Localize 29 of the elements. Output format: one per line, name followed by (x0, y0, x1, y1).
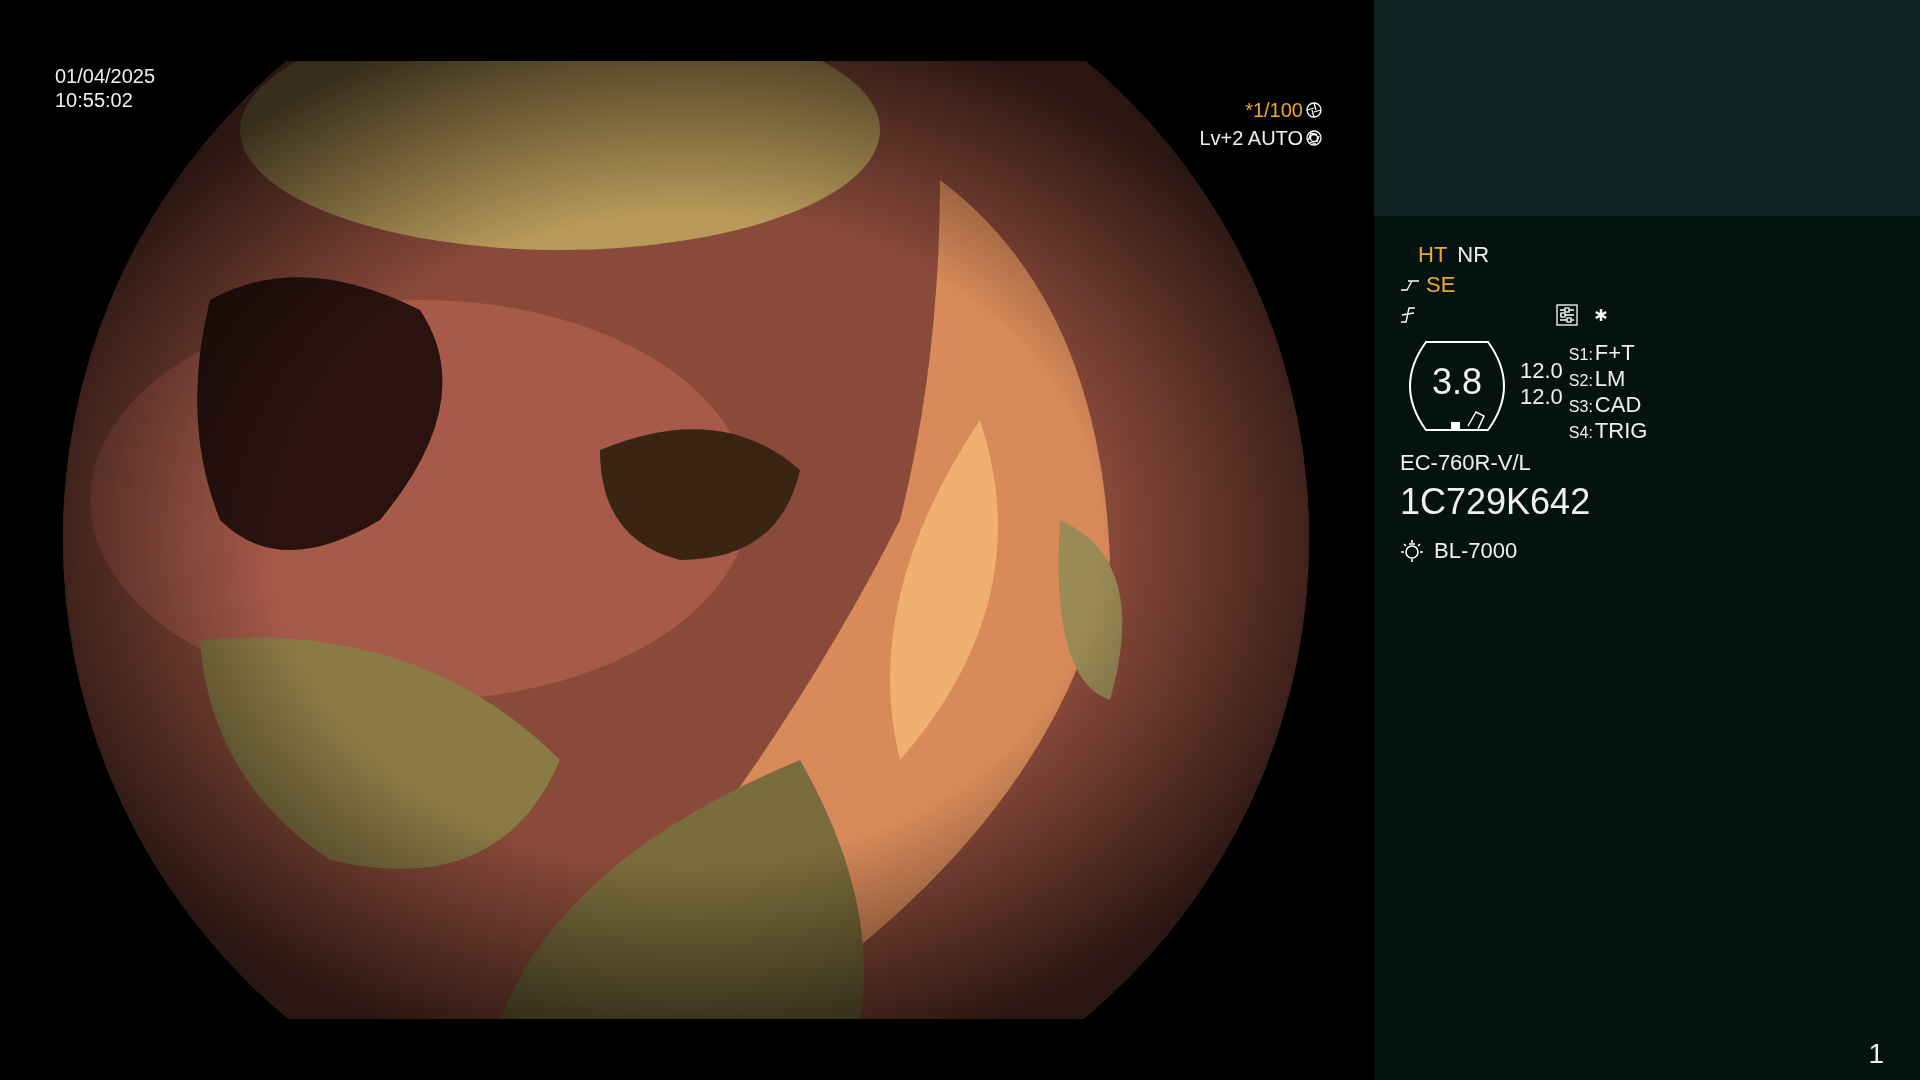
light-source: BL-7000 (1434, 538, 1518, 564)
aperture-icon (1306, 130, 1322, 146)
date-text: 01/04/2025 (55, 64, 156, 88)
zoom-reading: 12.0 (1520, 358, 1563, 384)
mode-label: HT (1418, 242, 1448, 268)
lamp-icon (1400, 539, 1424, 563)
scope-serial: 1C729K642 (1400, 480, 1591, 524)
switch-value: F+T (1594, 340, 1635, 366)
switch-key: S4: (1568, 424, 1593, 442)
shutter-speed-text: *1/100 (1245, 98, 1303, 122)
switch-value: CAD (1594, 392, 1642, 418)
switch-key: S2: (1568, 372, 1593, 390)
time-text: 10:55:02 (55, 88, 134, 112)
aperture-icon (1306, 102, 1322, 118)
switch-value: LM (1594, 366, 1626, 392)
zoom-reading: 12.0 (1520, 384, 1563, 410)
page-number: 1 (1868, 1038, 1884, 1070)
switch-key: S3: (1568, 398, 1593, 416)
curve-icon (1400, 278, 1420, 292)
enhance-label: SE (1426, 272, 1456, 298)
settings-icon (1556, 304, 1578, 326)
switch-value: TRIG (1594, 418, 1648, 444)
zoom-value: 3.8 (1431, 361, 1482, 403)
scope-model: EC-760R-V/L (1400, 450, 1531, 476)
asterisk-icon (1594, 308, 1608, 322)
switch-key: S1: (1568, 346, 1593, 364)
mode-label: NR (1457, 242, 1490, 268)
function-icon (1400, 306, 1416, 324)
exposure-text: Lv+2 AUTO (1199, 126, 1303, 150)
